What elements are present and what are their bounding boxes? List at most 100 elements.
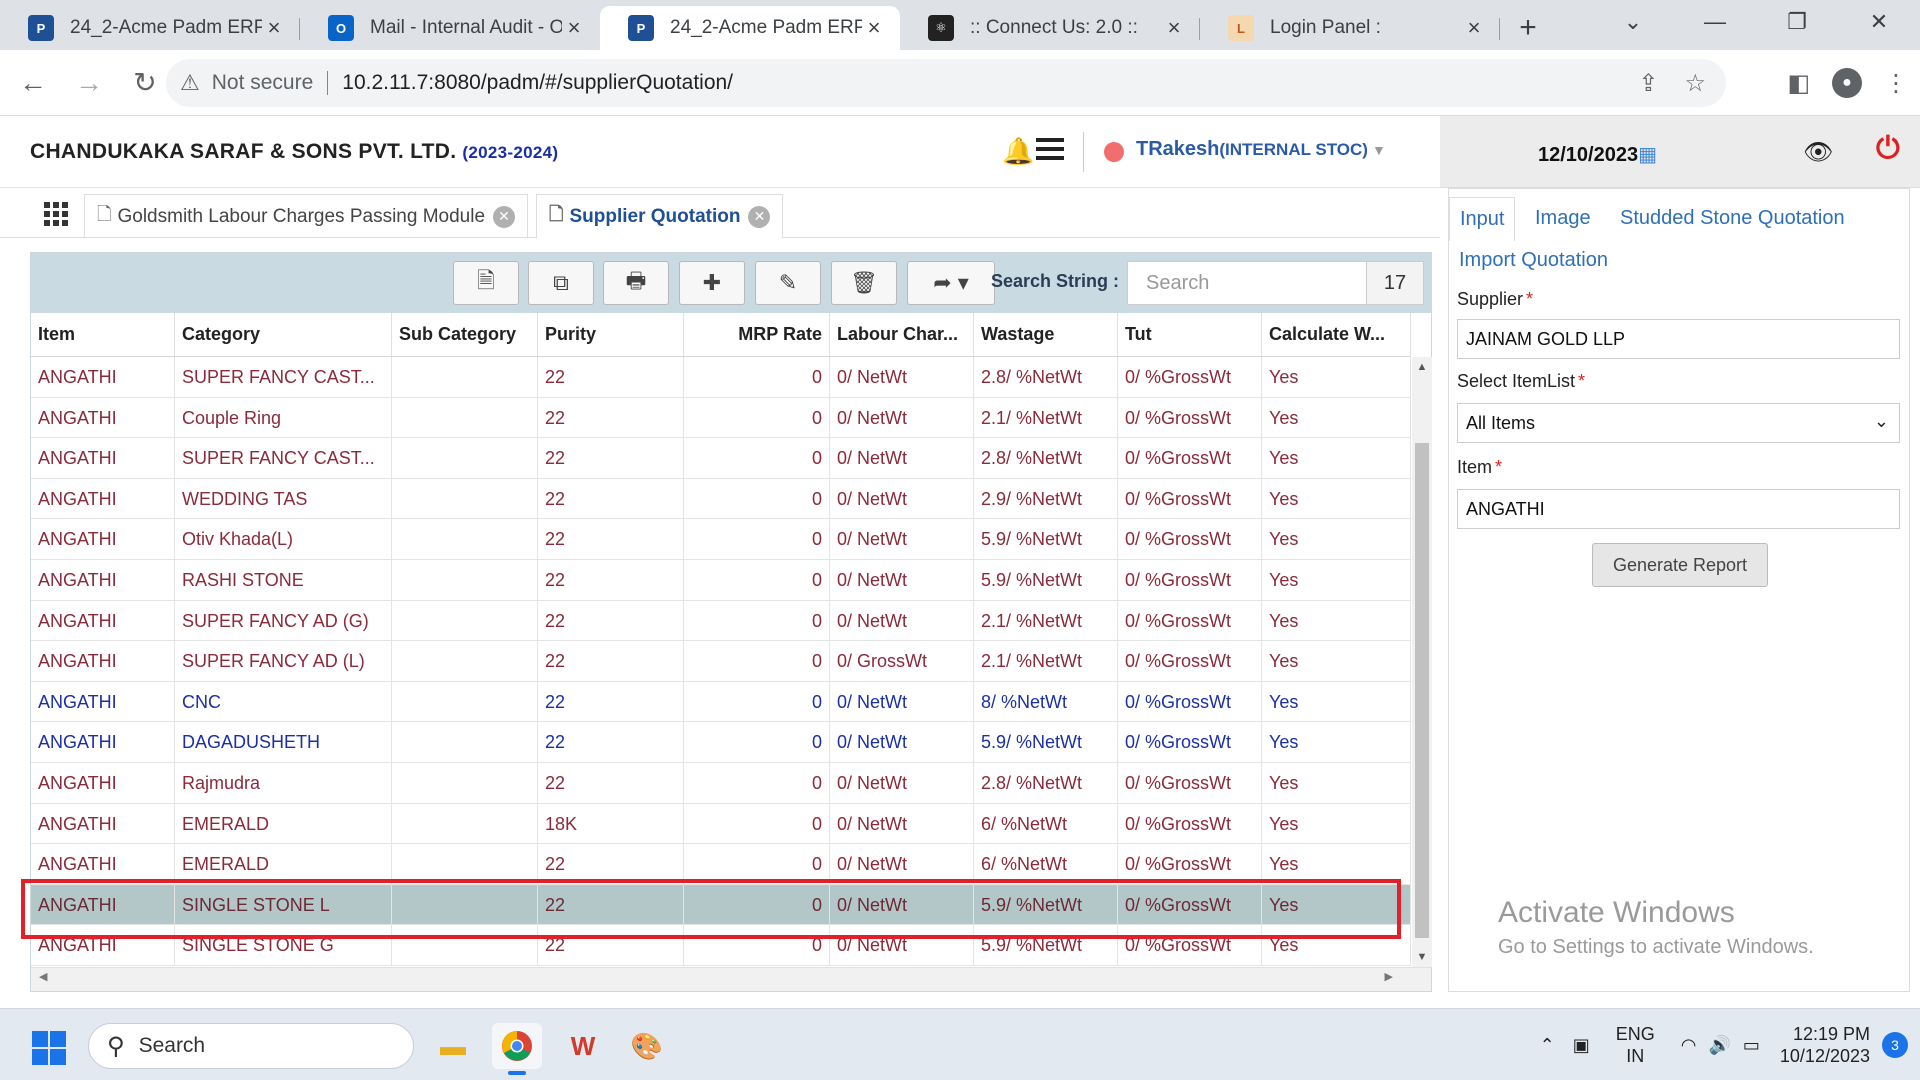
tab-supplier-quotation[interactable]: 🗋 Supplier Quotation ✕: [536, 194, 784, 238]
bookmark-star-icon[interactable]: ☆: [1684, 69, 1706, 98]
close-icon[interactable]: ×: [262, 15, 286, 41]
forward-icon[interactable]: →: [66, 60, 112, 106]
column-header-purity[interactable]: Purity: [538, 313, 684, 356]
generate-report-button[interactable]: Generate Report: [1592, 543, 1768, 587]
paint-icon[interactable]: 🎨: [622, 1023, 672, 1069]
table-row-selected[interactable]: ANGATHI SINGLE STONE L 22 0 0/ NetWt 5.9/ %Ne…: [31, 884, 1411, 926]
itemlist-select[interactable]: All Items ⌄: [1457, 403, 1900, 443]
apps-grid-icon[interactable]: [44, 202, 68, 226]
table-row[interactable]: ANGATHI Couple Ring 22 0 0/ NetWt 2.1/ %NetWt…: [31, 397, 1411, 439]
back-icon[interactable]: ←: [10, 60, 56, 106]
export-dropdown-button[interactable]: ➦ ▾: [907, 261, 995, 305]
scroll-right-icon[interactable]: ▶: [1385, 970, 1393, 983]
windows-start-icon[interactable]: [32, 1031, 66, 1065]
file-explorer-icon[interactable]: ▬: [428, 1023, 478, 1069]
url-text[interactable]: 10.2.11.7:8080/padm/#/supplierQuotation/: [342, 71, 733, 95]
taskbar-search[interactable]: ⚲ Search: [88, 1023, 414, 1069]
minimize-icon[interactable]: —: [1674, 0, 1756, 44]
scroll-down-icon[interactable]: ▼: [1412, 947, 1432, 967]
profile-icon[interactable]: ●: [1832, 68, 1862, 98]
column-header-tut[interactable]: Tut: [1118, 313, 1262, 356]
date-picker[interactable]: 12/10/2023▦: [1538, 142, 1657, 167]
tab-import-quotation[interactable]: Import Quotation: [1449, 239, 1618, 282]
volume-icon[interactable]: 🔊: [1708, 1035, 1730, 1056]
tab-image[interactable]: Image: [1525, 197, 1601, 240]
column-header-category[interactable]: Category: [175, 313, 392, 356]
sidepanel-icon[interactable]: ◧: [1787, 69, 1810, 98]
reload-icon[interactable]: ↻: [122, 60, 168, 106]
browser-tab-active[interactable]: P 24_2-Acme Padm ERP Pla ×: [600, 6, 900, 50]
share-icon[interactable]: ⇪: [1638, 69, 1658, 98]
tab-goldsmith-labour[interactable]: 🗋 Goldsmith Labour Charges Passing Modul…: [84, 194, 529, 238]
address-bar[interactable]: ⚠ Not secure 10.2.11.7:8080/padm/#/suppl…: [166, 59, 1726, 107]
list-menu-icon[interactable]: [1036, 138, 1064, 160]
table-row[interactable]: ANGATHI SUPER FANCY CAST... 22 0 0/ NetWt 2.8…: [31, 438, 1411, 479]
warning-icon[interactable]: ⚠: [180, 70, 200, 96]
print-button[interactable]: 🖶: [603, 261, 669, 305]
vpn-app-icon[interactable]: ▣: [1573, 1035, 1590, 1056]
column-header-calculate[interactable]: Calculate W...: [1262, 313, 1411, 356]
close-window-icon[interactable]: ✕: [1838, 0, 1920, 44]
column-header-sub-category[interactable]: Sub Category: [392, 313, 538, 356]
table-row[interactable]: ANGATHI CNC 22 0 0/ NetWt 8/ %NetWt 0/ %GrossW…: [31, 681, 1411, 723]
new-tab-button[interactable]: +: [1500, 6, 1556, 50]
calendar-icon[interactable]: ▦: [1638, 144, 1657, 166]
clock[interactable]: 12:19 PM 10/12/2023: [1780, 1023, 1870, 1067]
close-icon[interactable]: ×: [862, 15, 886, 41]
search-input[interactable]: Search: [1127, 261, 1367, 305]
chevron-up-icon[interactable]: ⌃: [1540, 1035, 1555, 1056]
table-row[interactable]: ANGATHI SINGLE STONE G 22 0 0/ NetWt 5.9/ %Ne…: [31, 925, 1411, 966]
close-tab-icon[interactable]: ✕: [493, 205, 516, 228]
user-menu[interactable]: TRakesh(INTERNAL STOC) ▼: [1136, 138, 1386, 161]
scroll-thumb[interactable]: [1415, 443, 1429, 938]
tab-search-icon[interactable]: ⌄: [1592, 0, 1674, 44]
battery-icon[interactable]: ▭: [1743, 1035, 1760, 1056]
close-tab-icon[interactable]: ✕: [748, 205, 771, 228]
browser-tab[interactable]: L Login Panel : ×: [1200, 6, 1500, 50]
supplier-field[interactable]: JAINAM GOLD LLP: [1457, 319, 1900, 359]
copy-button[interactable]: ⧉: [528, 261, 594, 305]
table-row[interactable]: ANGATHI SUPER FANCY AD (G) 22 0 0/ NetWt 2.1/…: [31, 600, 1411, 642]
horizontal-scrollbar[interactable]: ◀ ▶: [31, 967, 1431, 991]
close-icon[interactable]: ×: [562, 15, 586, 41]
browser-tab[interactable]: P 24_2-Acme Padm ERP Pla ×: [0, 6, 300, 50]
table-row[interactable]: ANGATHI EMERALD 18K 0 0/ NetWt 6/ %NetWt 0/ %G…: [31, 803, 1411, 845]
delete-button[interactable]: 🗑: [831, 261, 897, 305]
column-header-mrp-rate[interactable]: MRP Rate: [684, 313, 830, 356]
wifi-icon[interactable]: ◠: [1681, 1035, 1697, 1056]
eye-slash-icon[interactable]: 👁: [1803, 138, 1833, 167]
wps-office-icon[interactable]: W: [558, 1023, 608, 1069]
edit-button[interactable]: ✎: [755, 261, 821, 305]
language-indicator[interactable]: ENG IN: [1616, 1023, 1655, 1067]
restore-icon[interactable]: ❐: [1756, 0, 1838, 44]
vertical-scrollbar[interactable]: ▲ ▼: [1412, 357, 1432, 967]
browser-tab[interactable]: ⚛ :: Connect Us: 2.0 :: ×: [900, 6, 1200, 50]
close-icon[interactable]: ×: [1462, 15, 1486, 41]
tab-studded-stone[interactable]: Studded Stone Quotation: [1610, 197, 1855, 240]
column-header-item[interactable]: Item: [31, 313, 175, 356]
power-icon[interactable]: ⏻: [1876, 132, 1900, 166]
table-row[interactable]: ANGATHI WEDDING TAS 22 0 0/ NetWt 2.9/ %NetWt…: [31, 478, 1411, 520]
kebab-menu-icon[interactable]: ⋮: [1884, 69, 1908, 98]
scroll-up-icon[interactable]: ▲: [1412, 357, 1432, 377]
table-row[interactable]: ANGATHI SUPER FANCY CAST... 22 0 0/ NetWt 2.8…: [31, 357, 1411, 398]
table-row[interactable]: ANGATHI EMERALD 22 0 0/ NetWt 6/ %NetWt 0/ %Gr…: [31, 844, 1411, 885]
bell-icon[interactable]: 🔔: [1002, 136, 1034, 167]
scroll-left-icon[interactable]: ◀: [39, 970, 47, 983]
add-button[interactable]: ✚: [679, 261, 745, 305]
close-icon[interactable]: ×: [1162, 15, 1186, 41]
item-field[interactable]: ANGATHI: [1457, 489, 1900, 529]
table-row[interactable]: ANGATHI Otiv Khada(L) 22 0 0/ NetWt 5.9/ %Net…: [31, 519, 1411, 560]
column-header-wastage[interactable]: Wastage: [974, 313, 1118, 356]
table-row[interactable]: ANGATHI Rajmudra 22 0 0/ NetWt 2.8/ %NetWt 0/ …: [31, 762, 1411, 804]
column-header-labour-charges[interactable]: Labour Char...: [830, 313, 974, 356]
table-row[interactable]: ANGATHI DAGADUSHETH 22 0 0/ NetWt 5.9/ %NetWt…: [31, 722, 1411, 763]
notification-badge[interactable]: 3: [1882, 1032, 1908, 1058]
chrome-icon[interactable]: [492, 1023, 542, 1075]
clear-document-button[interactable]: 🗎: [453, 261, 519, 305]
table-row[interactable]: ANGATHI RASHI STONE 22 0 0/ NetWt 5.9/ %NetWt…: [31, 559, 1411, 601]
user-status-icon: [1104, 142, 1124, 162]
browser-tab[interactable]: O Mail - Internal Audit - Ou ×: [300, 6, 600, 50]
tab-input[interactable]: Input: [1449, 197, 1516, 241]
table-row[interactable]: ANGATHI SUPER FANCY AD (L) 22 0 0/ GrossWt 2.…: [31, 641, 1411, 682]
